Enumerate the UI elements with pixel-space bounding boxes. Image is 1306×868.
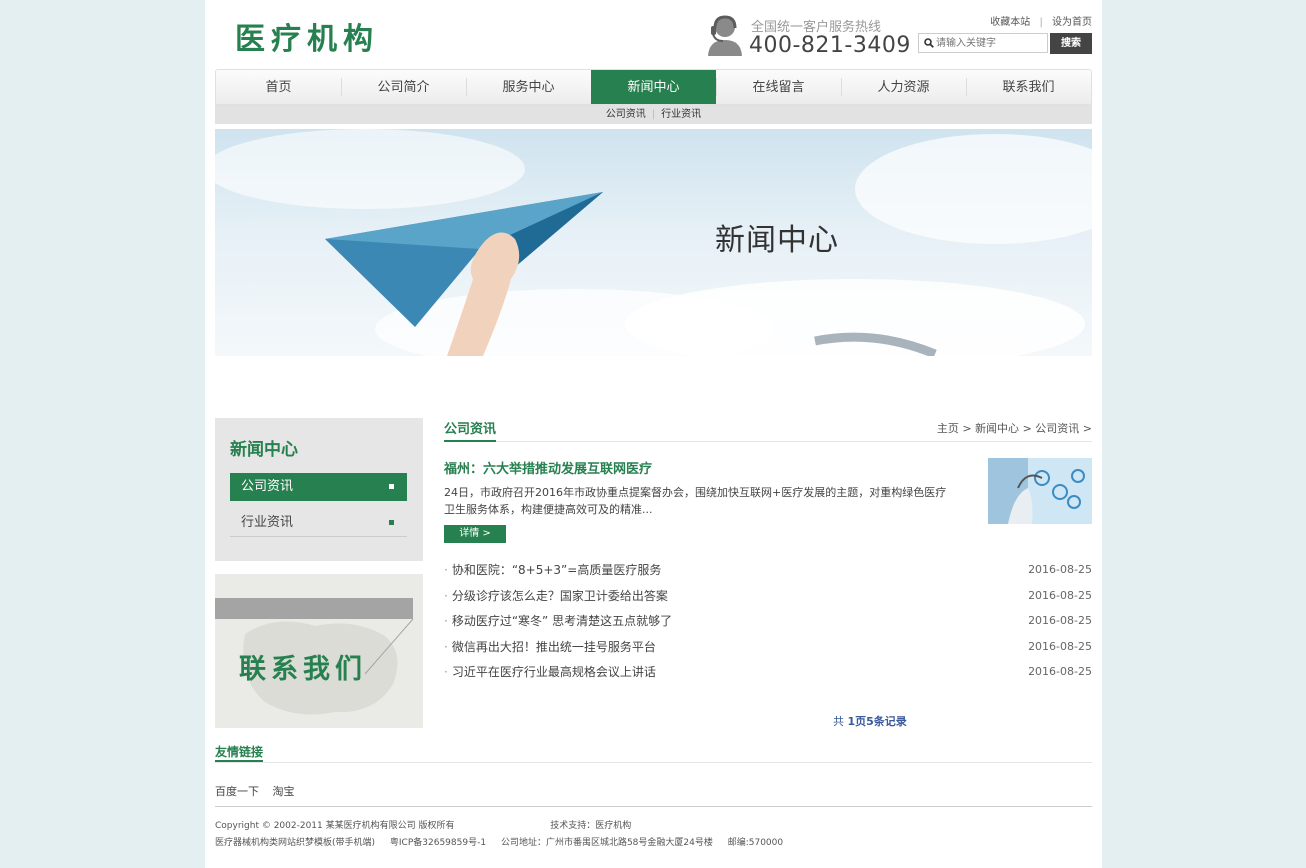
news-list-item: · 分级诊疗该怎么走？国家卫计委给出答案 2016-08-25 <box>444 586 1092 612</box>
breadcrumb-separator: > <box>1082 422 1092 435</box>
sidebar-item-label: 公司资讯 <box>241 479 294 494</box>
banner-illustration <box>215 129 1092 356</box>
news-list: · 协和医院：“8+5+3”=高质量医疗服务 2016-08-25 · 分级诊疗该怎么走… <box>444 560 1092 688</box>
news-title-link[interactable]: 习近平在医疗行业最高规格会议上讲话 <box>452 665 656 679</box>
site-logo[interactable]: 医疗机构 <box>235 14 379 58</box>
friend-links: 百度一下 淘宝 <box>215 783 305 799</box>
breadcrumb-news-center[interactable]: 新闻中心 <box>975 422 1019 435</box>
customer-service-icon <box>708 15 742 56</box>
news-list-item: · 微信再出大招！推出统一挂号服务平台 2016-08-25 <box>444 637 1092 663</box>
top-links-separator: | <box>1039 17 1043 28</box>
banner-title: 新闻中心 <box>715 223 839 258</box>
nav-item-contact[interactable]: 联系我们 <box>966 70 1091 104</box>
square-bullet-icon <box>389 520 394 525</box>
news-title-link[interactable]: 分级诊疗该怎么走？国家卫计委给出答案 <box>452 589 668 603</box>
search-icon <box>924 38 934 48</box>
bullet-icon: · <box>444 614 448 629</box>
search-box <box>918 33 1048 53</box>
template-text: 医疗器械机构类网站织梦模板(带手机端) <box>215 838 376 848</box>
featured-summary: 24日，市政府召开2016年市政协重点提案督办会，围绕加快互联网+医疗发展的主题… <box>444 486 947 516</box>
nav-item-hr[interactable]: 人力资源 <box>841 70 966 104</box>
subnav-item-company-news[interactable]: 公司资讯 <box>600 109 652 120</box>
section-title: 公司资讯 <box>444 418 497 442</box>
contact-us-banner[interactable]: 联系我们 <box>215 574 423 728</box>
hotline-number: 400-821-3409 <box>749 33 911 58</box>
search-button[interactable]: 搜索 <box>1050 33 1092 54</box>
news-date: 2016-08-25 <box>1028 563 1092 576</box>
nav-item-service[interactable]: 服务中心 <box>466 70 591 104</box>
pagination-prefix: 共 <box>833 715 844 728</box>
nav-item-news[interactable]: 新闻中心 <box>591 70 716 104</box>
pagination-info: 共 1页5条记录 <box>833 713 907 729</box>
bullet-icon: · <box>444 588 448 603</box>
news-date: 2016-08-25 <box>1028 588 1092 602</box>
breadcrumb-company-news[interactable]: 公司资讯 <box>1035 422 1079 435</box>
sidebar-menu: 新闻中心 公司资讯 行业资讯 <box>215 418 423 561</box>
news-date: 2016-08-25 <box>1028 614 1092 628</box>
breadcrumb: 主页 > 新闻中心 > 公司资讯 > <box>937 420 1092 436</box>
set-home-link[interactable]: 设为首页 <box>1052 17 1092 28</box>
sidebar-title: 新闻中心 <box>230 440 298 460</box>
search-input[interactable] <box>936 35 1044 51</box>
bullet-icon: · <box>444 563 448 577</box>
sidebar-item-industry-news[interactable]: 行业资讯 <box>230 509 407 537</box>
sidebar-item-company-news[interactable]: 公司资讯 <box>230 473 407 501</box>
links-title: 友情链接 <box>215 743 264 762</box>
breadcrumb-home[interactable]: 主页 <box>937 422 959 435</box>
bullet-icon: · <box>444 639 448 654</box>
nav-item-message[interactable]: 在线留言 <box>716 70 841 104</box>
news-list-item: · 习近平在医疗行业最高规格会议上讲话 2016-08-25 <box>444 662 1092 688</box>
nav-item-home[interactable]: 首页 <box>216 70 341 104</box>
subnav-item-industry-news[interactable]: 行业资讯 <box>655 109 707 120</box>
icp-link[interactable]: 粤ICP备32659859号-1 <box>390 838 486 848</box>
link-taobao[interactable]: 淘宝 <box>273 785 295 798</box>
news-list-item: · 协和医院：“8+5+3”=高质量医疗服务 2016-08-25 <box>444 560 1092 586</box>
footer: Copyright © 2002-2011 某某医疗机构有限公司 版权所有 技术… <box>215 818 783 852</box>
banner: 新闻中心 <box>215 129 1092 356</box>
pagination-count: 1页5条记录 <box>847 715 907 728</box>
link-baidu[interactable]: 百度一下 <box>215 785 259 798</box>
footer-divider <box>215 806 1092 807</box>
main-nav: 首页 公司简介 服务中心 新闻中心 在线留言 人力资源 联系我们 <box>215 69 1092 105</box>
sub-nav: 公司资讯 | 行业资讯 <box>215 105 1092 124</box>
news-title-link[interactable]: 协和医院：“8+5+3”=高质量医疗服务 <box>452 563 662 577</box>
featured-title[interactable]: 福州：六大举措推动发展互联网医疗 <box>444 458 652 477</box>
square-bullet-icon <box>389 484 394 489</box>
news-list-item: · 移动医疗过“寒冬” 思考清楚这五点就够了 2016-08-25 <box>444 611 1092 637</box>
news-title-link[interactable]: 微信再出大招！推出统一挂号服务平台 <box>452 640 656 654</box>
details-button[interactable]: 详情 > <box>444 525 506 543</box>
section-header: 公司资讯 主页 > 新闻中心 > 公司资讯 > <box>444 418 1092 442</box>
contact-banner-bar <box>215 598 413 619</box>
breadcrumb-separator: > <box>962 422 972 435</box>
news-date: 2016-08-25 <box>1028 665 1092 679</box>
postcode-text: 邮编:570000 <box>727 838 784 848</box>
top-links: 收藏本站 | 设为首页 <box>990 13 1092 28</box>
tech-support-text: 技术支持：医疗机构 <box>550 821 632 831</box>
page-container: 医疗机构 全国统一客户服务热线 400-821-3409 收藏本站 | 设为首页… <box>205 0 1102 868</box>
links-header: 友情链接 <box>215 743 1092 763</box>
news-title-link[interactable]: 移动医疗过“寒冬” 思考清楚这五点就够了 <box>452 614 672 628</box>
contact-us-text: 联系我们 <box>239 654 367 685</box>
bullet-icon: · <box>444 665 448 680</box>
nav-item-about[interactable]: 公司简介 <box>341 70 466 104</box>
news-date: 2016-08-25 <box>1028 639 1092 653</box>
bookmark-link[interactable]: 收藏本站 <box>990 17 1030 28</box>
copyright-text: Copyright © 2002-2011 某某医疗机构有限公司 版权所有 <box>215 821 455 831</box>
sidebar-item-label: 行业资讯 <box>241 515 294 530</box>
featured-image[interactable] <box>988 458 1092 524</box>
address-text: 公司地址：广州市番禺区城北路58号金融大厦24号楼 <box>500 838 713 848</box>
breadcrumb-separator: > <box>1022 422 1032 435</box>
